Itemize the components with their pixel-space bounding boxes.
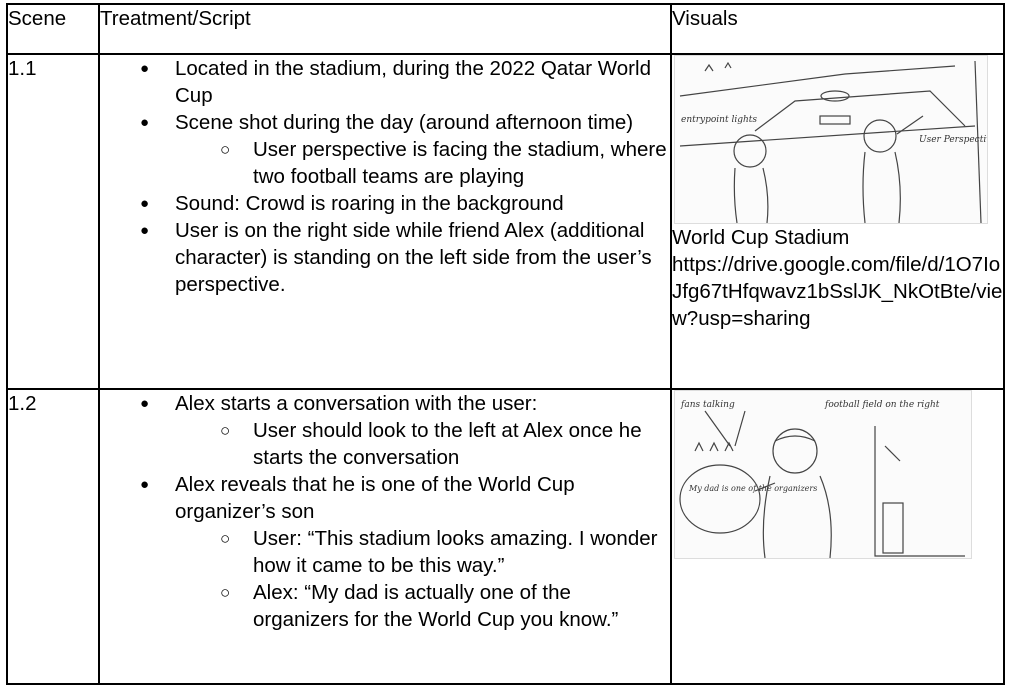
sketch-label: fans talking xyxy=(680,400,735,410)
sketch-label: football field on the right xyxy=(824,400,940,410)
header-scene: Scene xyxy=(6,3,100,55)
treatment-cell: Alex starts a conversation with the user… xyxy=(98,388,672,685)
sketch-label: entrypoint lights xyxy=(681,115,757,125)
table-row: 1.1 Located in the stadium, during the 2… xyxy=(6,53,1005,390)
sketch-label: My dad is one of the organizers xyxy=(688,484,817,493)
scene-number: 1.1 xyxy=(6,53,100,390)
caption-title: World Cup Stadium xyxy=(672,226,850,249)
bullet-item: Located in the stadium, during the 2022 … xyxy=(100,55,670,109)
table-row: 1.2 Alex starts a conversation with the … xyxy=(6,388,1005,685)
sketch-label: User Perspective xyxy=(919,135,988,145)
scene-number: 1.2 xyxy=(6,388,100,685)
sub-bullet-item: Alex: “My dad is actually one of the org… xyxy=(100,579,670,633)
bullet-item: Alex starts a conversation with the user… xyxy=(100,390,670,417)
sub-bullet-item: User: “This stadium looks amazing. I won… xyxy=(100,525,670,579)
header-visuals: Visuals xyxy=(670,3,1005,55)
bullet-item: Sound: Crowd is roaring in the backgroun… xyxy=(100,190,670,217)
drive-link[interactable]: https://drive.google.com/file/d/1O7IoJfg… xyxy=(672,251,1003,332)
visuals-cell: fans talking football field on the right… xyxy=(670,388,1005,685)
bullet-item: User is on the right side while friend A… xyxy=(100,217,670,298)
sub-bullet-item: User should look to the left at Alex onc… xyxy=(100,417,670,471)
storyboard-table: Scene Treatment/Script Visuals 1.1 Locat… xyxy=(6,3,1005,685)
conversation-sketch: fans talking football field on the right… xyxy=(674,390,972,559)
sub-bullet-item: User perspective is facing the stadium, … xyxy=(100,136,670,190)
visuals-cell: entrypoint lights User Perspective World… xyxy=(670,53,1005,390)
bullet-item: Scene shot during the day (around aftern… xyxy=(100,109,670,136)
header-treatment: Treatment/Script xyxy=(98,3,672,55)
treatment-cell: Located in the stadium, during the 2022 … xyxy=(98,53,672,390)
bullet-item: Alex reveals that he is one of the World… xyxy=(100,471,670,525)
stadium-sketch: entrypoint lights User Perspective xyxy=(674,55,988,224)
header-row: Scene Treatment/Script Visuals xyxy=(6,3,1005,55)
